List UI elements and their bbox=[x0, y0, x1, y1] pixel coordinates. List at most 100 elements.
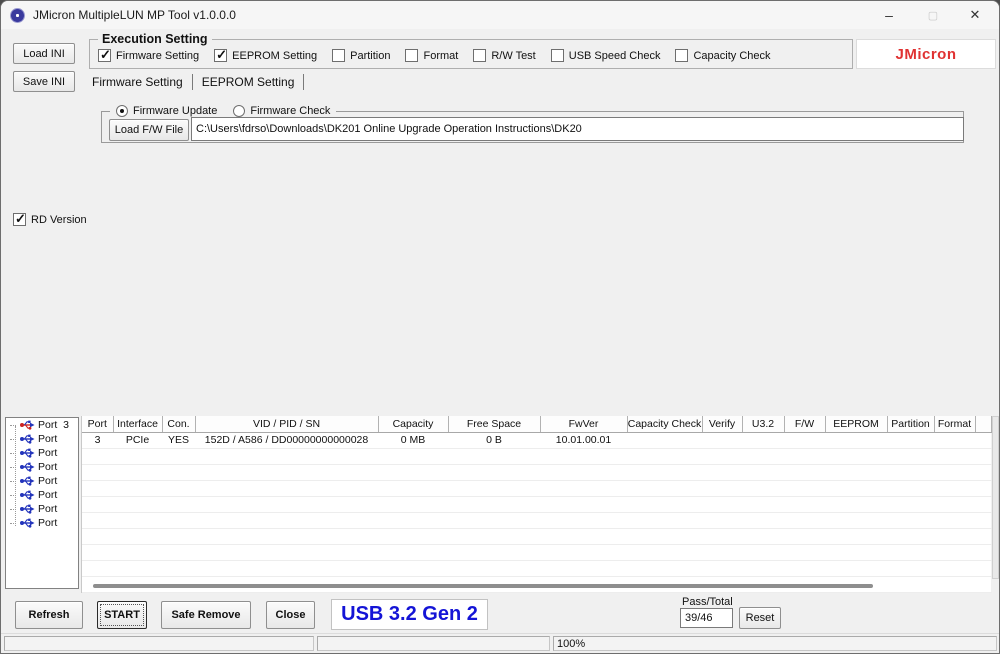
table-empty-row bbox=[82, 512, 992, 528]
tree-stub bbox=[10, 425, 16, 426]
col-capacity-check[interactable]: Capacity Check bbox=[627, 416, 702, 432]
rd-version-checkbox[interactable]: RD Version bbox=[13, 213, 87, 226]
port-tree: Port 3 Port bbox=[5, 417, 79, 589]
checkbox-label: Firmware Setting bbox=[116, 50, 199, 62]
col-verify[interactable]: Verify bbox=[702, 416, 742, 432]
load-fw-file-button[interactable]: Load F/W File bbox=[109, 119, 189, 141]
app-window: JMicron MultipleLUN MP Tool v1.0.0.0 – ▢… bbox=[0, 0, 1000, 654]
radio-label: Firmware Check bbox=[250, 105, 330, 117]
firmware-radio-group: Firmware Update Firmware Check bbox=[110, 105, 336, 117]
usb-icon bbox=[19, 476, 35, 486]
table-empty-row bbox=[82, 448, 992, 464]
col-u32[interactable]: U3.2 bbox=[742, 416, 784, 432]
table-header-row: Port Interface Con. VID / PID / SN Capac… bbox=[82, 416, 992, 432]
close-app-button[interactable]: Close bbox=[266, 601, 315, 629]
checkbox-icon bbox=[332, 49, 345, 62]
col-free-space[interactable]: Free Space bbox=[448, 416, 540, 432]
title-bar[interactable]: JMicron MultipleLUN MP Tool v1.0.0.0 – ▢… bbox=[1, 1, 999, 29]
table-horizontal-scrollbar[interactable] bbox=[93, 584, 873, 588]
safe-remove-button[interactable]: Safe Remove bbox=[161, 601, 251, 629]
cell-empty bbox=[742, 432, 784, 448]
tree-item-port[interactable]: Port bbox=[6, 474, 78, 488]
tree-stub bbox=[10, 467, 16, 468]
tree-stub bbox=[10, 523, 16, 524]
status-panel-2 bbox=[317, 636, 550, 651]
tree-item-label: Port bbox=[38, 489, 57, 501]
col-vid-pid-sn[interactable]: VID / PID / SN bbox=[195, 416, 378, 432]
checkbox-label: Partition bbox=[350, 50, 390, 62]
checkbox-icon bbox=[473, 49, 486, 62]
tree-item-label: Port bbox=[38, 447, 57, 459]
usb-speed-label: USB 3.2 Gen 2 bbox=[341, 603, 478, 626]
rd-version-label: RD Version bbox=[31, 214, 87, 226]
col-partition[interactable]: Partition bbox=[887, 416, 934, 432]
col-fw[interactable]: F/W bbox=[784, 416, 825, 432]
save-ini-button[interactable]: Save INI bbox=[13, 71, 75, 92]
window-title: JMicron MultipleLUN MP Tool v1.0.0.0 bbox=[33, 8, 236, 22]
checkbox-capacity-check[interactable]: Capacity Check bbox=[675, 49, 770, 62]
tree-stub bbox=[10, 509, 16, 510]
table-empty-row bbox=[82, 464, 992, 480]
checkbox-label: Format bbox=[423, 50, 458, 62]
reset-button[interactable]: Reset bbox=[739, 607, 781, 629]
checkbox-label: EEPROM Setting bbox=[232, 50, 317, 62]
tree-item-port-3[interactable]: Port 3 bbox=[6, 418, 78, 432]
cell-free-space: 0 B bbox=[448, 432, 540, 448]
checkbox-icon bbox=[98, 49, 111, 62]
checkbox-label: Capacity Check bbox=[693, 50, 770, 62]
checkbox-icon bbox=[405, 49, 418, 62]
tab-firmware-setting[interactable]: Firmware Setting bbox=[83, 74, 193, 90]
checkbox-usb-speed-check[interactable]: USB Speed Check bbox=[551, 49, 661, 62]
table-empty-row bbox=[82, 480, 992, 496]
cell-empty bbox=[975, 432, 992, 448]
col-format[interactable]: Format bbox=[934, 416, 975, 432]
checkbox-partition[interactable]: Partition bbox=[332, 49, 390, 62]
start-button[interactable]: START bbox=[97, 601, 147, 629]
cell-empty bbox=[825, 432, 887, 448]
load-ini-button[interactable]: Load INI bbox=[13, 43, 75, 64]
pass-total-label: Pass/Total bbox=[682, 596, 733, 608]
tree-item-port[interactable]: Port bbox=[6, 432, 78, 446]
table-empty-row bbox=[82, 560, 992, 576]
col-con[interactable]: Con. bbox=[162, 416, 195, 432]
col-eeprom[interactable]: EEPROM bbox=[825, 416, 887, 432]
col-interface[interactable]: Interface bbox=[113, 416, 162, 432]
radio-label: Firmware Update bbox=[133, 105, 217, 117]
tree-stub bbox=[10, 439, 16, 440]
usb-icon bbox=[19, 434, 35, 444]
checkbox-icon bbox=[13, 213, 26, 226]
device-table: Port Interface Con. VID / PID / SN Capac… bbox=[81, 416, 991, 593]
cell-empty bbox=[702, 432, 742, 448]
checkbox-rw-test[interactable]: R/W Test bbox=[473, 49, 535, 62]
radio-firmware-update[interactable]: Firmware Update bbox=[116, 105, 217, 117]
checkbox-eeprom-setting[interactable]: EEPROM Setting bbox=[214, 49, 317, 62]
checkbox-firmware-setting[interactable]: Firmware Setting bbox=[98, 49, 199, 62]
brand-logo-box: JMicron bbox=[856, 39, 996, 69]
table-empty-row bbox=[82, 528, 992, 544]
col-fwver[interactable]: FwVer bbox=[540, 416, 627, 432]
tree-item-port[interactable]: Port bbox=[6, 460, 78, 474]
tree-item-port[interactable]: Port bbox=[6, 516, 78, 530]
tree-item-port[interactable]: Port bbox=[6, 502, 78, 516]
checkbox-format[interactable]: Format bbox=[405, 49, 458, 62]
tab-eeprom-setting[interactable]: EEPROM Setting bbox=[193, 74, 305, 90]
checkbox-icon bbox=[214, 49, 227, 62]
pass-total-field[interactable]: 39/46 bbox=[680, 608, 733, 628]
firmware-path-input[interactable]: C:\Users\fdrso\Downloads\DK201 Online Up… bbox=[191, 117, 964, 141]
minimize-button[interactable]: – bbox=[867, 1, 911, 29]
radio-firmware-check[interactable]: Firmware Check bbox=[233, 105, 330, 117]
jmicron-logo: JMicron bbox=[895, 46, 956, 63]
tree-stub bbox=[10, 495, 16, 496]
refresh-button[interactable]: Refresh bbox=[15, 601, 83, 629]
cell-vid-pid-sn: 152D / A586 / DD00000000000028 bbox=[195, 432, 378, 448]
close-button[interactable]: ✕ bbox=[953, 1, 997, 29]
tree-item-port[interactable]: Port bbox=[6, 488, 78, 502]
col-capacity[interactable]: Capacity bbox=[378, 416, 448, 432]
cell-fwver: 10.01.00.01 bbox=[540, 432, 627, 448]
usb-icon bbox=[19, 518, 35, 528]
table-vertical-scrollbar[interactable] bbox=[992, 416, 999, 579]
tree-item-port[interactable]: Port bbox=[6, 446, 78, 460]
table-row[interactable]: 3 PCIe YES 152D / A586 / DD0000000000002… bbox=[82, 432, 992, 448]
col-port[interactable]: Port bbox=[82, 416, 113, 432]
progress-percent: 100% bbox=[557, 638, 585, 650]
